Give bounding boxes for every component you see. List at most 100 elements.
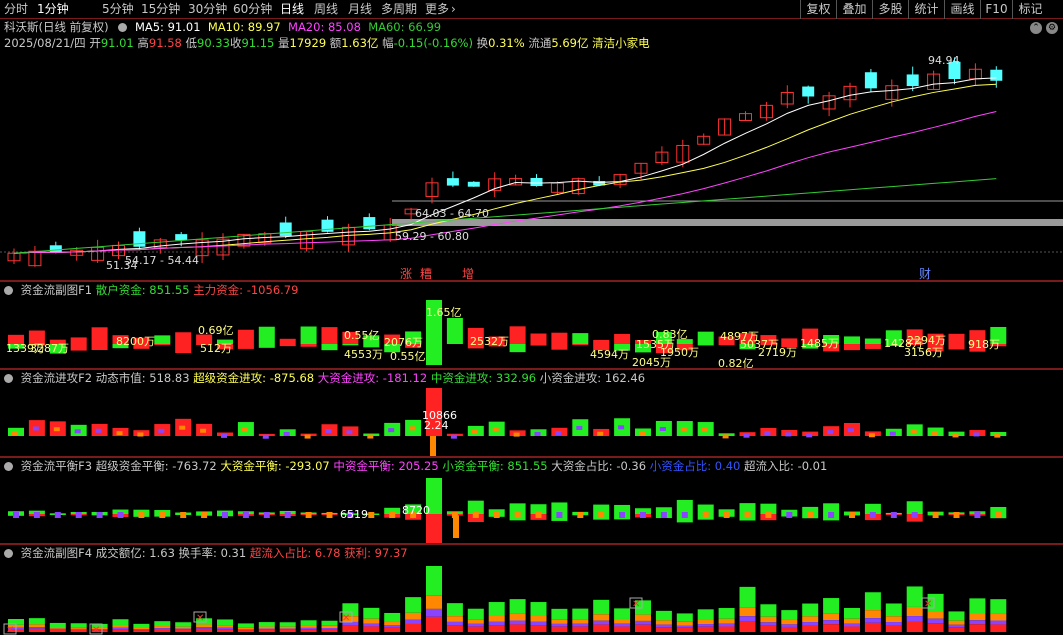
f4-bar: [321, 629, 338, 632]
f4-bar: [509, 620, 526, 625]
panel-divider[interactable]: [0, 543, 1063, 545]
f4-bar: [530, 625, 547, 632]
gap-range-3: 59.29 - 60.80: [395, 230, 469, 243]
f4-bar: [300, 629, 317, 632]
f1-bar: [154, 344, 171, 345]
f4-bar: [676, 613, 693, 622]
f3-small-label: 小资金平衡:: [442, 459, 504, 473]
f4-bar: [28, 618, 45, 625]
f3-title[interactable]: 资金流平衡F3: [21, 459, 92, 473]
f4-bar: [760, 616, 777, 623]
f4-bar: [551, 623, 568, 627]
event-marker-bad[interactable]: 糟: [420, 268, 432, 280]
f2-bar: [868, 433, 875, 438]
f1-bar: [363, 344, 380, 348]
f3-bar: [242, 512, 249, 518]
f4-bar: [426, 608, 442, 617]
f2-collapse-icon[interactable]: [4, 374, 13, 383]
f1-collapse-icon[interactable]: [4, 286, 13, 295]
f2-bar: [200, 428, 207, 433]
f3-bar: [514, 512, 521, 518]
f4-bar: [28, 628, 45, 632]
f4-bar: [154, 626, 171, 629]
f2-dyn-value: 518.83: [149, 371, 190, 385]
f2-bar: [471, 429, 478, 434]
f1-value-label: 0.69亿: [198, 324, 234, 337]
f4-bar: [948, 624, 965, 628]
f2-label-b: 2.24: [424, 419, 449, 432]
f1-bar: [279, 344, 296, 347]
f3-bar: [849, 512, 855, 518]
f2-bar: [848, 428, 854, 433]
ma60-line: [13, 178, 997, 254]
f4-bar: [133, 623, 150, 628]
event-marker-up[interactable]: 涨: [400, 268, 412, 280]
f1-value-label: 3156万: [904, 346, 943, 359]
f4-bar: [279, 628, 296, 630]
f2-bar: [346, 430, 353, 435]
panel-divider[interactable]: [0, 456, 1063, 458]
f1-value-label: 0.82亿: [718, 357, 754, 370]
f4-bar: [258, 626, 275, 629]
f4-bar: [572, 623, 589, 627]
f3-small-value: 851.55: [507, 459, 548, 473]
f4-bar: [593, 614, 610, 621]
f3-superin-label: 超流入比:: [744, 459, 794, 473]
f4-bar: [697, 609, 714, 620]
f4-bar: [530, 602, 547, 616]
f4-bar: [70, 627, 87, 629]
f3-bigratio-label: 大资金占比:: [551, 459, 613, 473]
f4-title[interactable]: 资金流副图F4: [21, 546, 92, 560]
f2-bar: [116, 431, 123, 436]
f4-bar: [697, 624, 714, 627]
f4-bar: [175, 622, 192, 627]
f3-label-a: 6519: [340, 508, 368, 521]
f1-value-label: 4553万: [344, 348, 383, 361]
f1-bar: [509, 326, 526, 344]
f2-title[interactable]: 资金流进攻F2: [21, 371, 92, 385]
f4-bar: [405, 623, 422, 632]
f3-bigratio-value: -0.36: [616, 459, 647, 473]
panel-divider[interactable]: [0, 368, 1063, 370]
f1-main-label: 主力资金:: [193, 283, 244, 297]
f2-bar: [722, 434, 729, 439]
f3-smallratio-value: 0.40: [714, 459, 741, 473]
f3-bar: [828, 512, 835, 518]
f2-bar: [53, 427, 60, 432]
f3-bar: [932, 512, 939, 518]
f4-bar: [718, 623, 735, 627]
kline-chart[interactable]: ✕ ✕ ✕ ✕ ✕ ✕: [0, 0, 1063, 635]
f2-bar: [701, 427, 708, 432]
f4-bar: [802, 625, 819, 632]
f4-bar: [635, 620, 651, 625]
f3-bar: [535, 512, 542, 518]
f4-bar: [885, 603, 902, 617]
f4-bar: [300, 625, 317, 628]
f1-title[interactable]: 资金流副图F1: [21, 283, 92, 297]
event-marker-increase[interactable]: 增: [462, 268, 474, 280]
f3-bar: [54, 512, 61, 518]
f2-bar: [221, 433, 227, 438]
f3-collapse-icon[interactable]: [4, 462, 13, 471]
f2-bar: [262, 434, 269, 439]
f3-bar: [681, 512, 688, 518]
f2-bar: [492, 427, 499, 432]
f4-bar: [969, 624, 986, 632]
candle-down: [530, 177, 543, 187]
f1-value-label: 2045万: [632, 356, 671, 369]
f4-signal-mark: ✕: [342, 613, 350, 624]
f3-legend: 资金流平衡F3 超级资金平衡: -763.72 大资金平衡: -293.07 中…: [4, 459, 827, 474]
f4-bar: [217, 619, 233, 626]
f1-bar: [91, 344, 108, 350]
f2-super-label: 超级资金进攻:: [193, 371, 267, 385]
f2-small-value: 162.46: [604, 371, 646, 385]
f1-bar: [154, 335, 171, 344]
f2-bar: [158, 428, 165, 433]
f3-bar: [389, 512, 396, 518]
event-marker-finance[interactable]: 财: [919, 268, 931, 280]
f4-bar: [446, 616, 463, 622]
panel-divider[interactable]: [0, 280, 1063, 282]
f1-value-label: 918万: [968, 338, 1000, 351]
f4-collapse-icon[interactable]: [4, 549, 13, 558]
f4-bar: [530, 621, 547, 626]
